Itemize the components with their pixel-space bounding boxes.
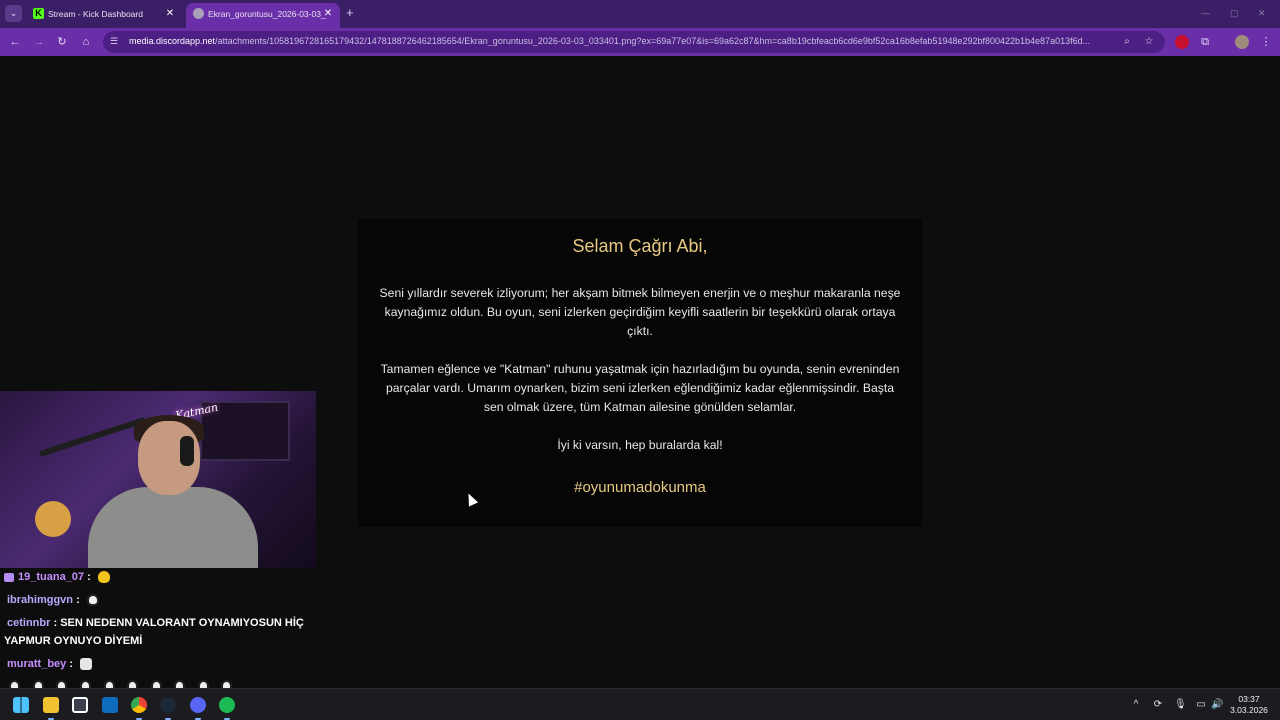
subscriber-badge-icon xyxy=(4,572,14,582)
new-tab-button[interactable]: + xyxy=(346,6,354,20)
site-info-icon[interactable]: ☰ xyxy=(110,36,121,47)
tray-chevron-up-icon[interactable]: ^ xyxy=(1130,699,1142,711)
tab-kick-dashboard[interactable]: K Stream - Kick Dashboard ✕ xyxy=(26,3,182,28)
outlook-icon[interactable] xyxy=(102,697,118,713)
chat-message: ibrahimggvn : xyxy=(4,591,330,609)
windows-taskbar: ^ ⟳ 🎙 ▭ 🔊 03:37 3.03.2026 xyxy=(0,688,1280,720)
chat-message: cetinnbr : SEN NEDENN VALORANT OYNAMIYOS… xyxy=(4,617,304,647)
forward-arrow-icon[interactable]: → xyxy=(32,35,46,49)
letter-greeting: Selam Çağrı Abi, xyxy=(572,236,708,256)
heart-emote-icon xyxy=(97,571,110,584)
back-arrow-icon[interactable]: ← xyxy=(8,35,22,49)
tab-title: Stream - Kick Dashboard xyxy=(48,9,143,19)
letter-hashtag: #oyunumadokunma xyxy=(574,479,706,496)
letter-paragraph: Tamamen eğlence ve "Katman" ruhunu yaşat… xyxy=(380,362,900,414)
address-bar[interactable]: ☰ media.discordapp.net/attachments/10581… xyxy=(103,31,1165,53)
clock-date: 3.03.2026 xyxy=(1230,705,1268,715)
microsoft-store-icon[interactable] xyxy=(72,697,88,713)
streamer-body xyxy=(88,487,258,568)
chat-username: cetinnbr xyxy=(7,617,51,629)
reload-icon[interactable]: ↻ xyxy=(55,35,69,49)
sync-icon[interactable]: ⟳ xyxy=(1152,699,1164,711)
spotify-icon[interactable] xyxy=(219,697,235,713)
zoom-icon[interactable]: ⌕ xyxy=(1121,36,1133,48)
chat-username: 19_tuana_07 xyxy=(18,571,85,583)
letter-paragraph: Seni yıllardır severek izliyorum; her ak… xyxy=(379,286,901,338)
hands-emote-icon xyxy=(80,658,93,671)
taskbar-clock[interactable]: 03:37 3.03.2026 xyxy=(1226,694,1272,716)
webcam-overlay: Katman xyxy=(0,391,316,568)
microphone-arm xyxy=(39,417,146,457)
discord-icon[interactable] xyxy=(190,697,206,713)
tab-screenshot-image[interactable]: Ekran_goruntusu_2026-03-03_0 ✕ xyxy=(186,3,340,28)
profile-avatar[interactable] xyxy=(1235,35,1249,49)
chat-message: 19_tuana_07 : xyxy=(4,568,330,586)
chat-message: muratt_bey : xyxy=(4,655,330,673)
chat-username: muratt_bey xyxy=(7,658,67,670)
penguin-emote-icon xyxy=(86,594,99,607)
home-icon[interactable]: ⌂ xyxy=(79,35,93,49)
url-text[interactable]: media.discordapp.net/attachments/1058196… xyxy=(129,36,1114,46)
speaker-icon[interactable]: 🔊 xyxy=(1211,699,1223,711)
browser-toolbar: ← → ↻ ⌂ ☰ media.discordapp.net/attachmen… xyxy=(0,28,1280,56)
letter-image: Selam Çağrı Abi, Seni yıllardır severek … xyxy=(358,219,922,527)
close-tab-icon[interactable]: ✕ xyxy=(323,3,333,25)
clock-time: 03:37 xyxy=(1238,694,1260,704)
more-menu-icon[interactable]: ⋮ xyxy=(1259,35,1273,49)
display-icon[interactable]: ▭ xyxy=(1195,699,1207,711)
file-explorer-icon[interactable] xyxy=(43,697,59,713)
microphone-icon[interactable]: 🎙 xyxy=(1174,699,1187,711)
tab-search-menu-icon[interactable]: ⌄ xyxy=(5,5,22,22)
letter-paragraph: İyi ki varsın, hep buralarda kal! xyxy=(557,438,723,452)
kick-icon: K xyxy=(33,8,44,19)
bookmark-star-icon[interactable]: ☆ xyxy=(1143,36,1155,48)
globe-icon xyxy=(193,8,204,19)
maximize-icon[interactable]: ▢ xyxy=(1230,8,1239,19)
extensions-puzzle-icon[interactable]: ⧉ xyxy=(1198,35,1212,49)
close-window-icon[interactable]: ✕ xyxy=(1258,8,1266,19)
close-tab-icon[interactable]: ✕ xyxy=(165,3,175,25)
plush-toy xyxy=(35,501,71,537)
headphone xyxy=(180,436,194,466)
tab-title: Ekran_goruntusu_2026-03-03_0 xyxy=(208,9,326,19)
browser-tab-bar: ⌄ K Stream - Kick Dashboard ✕ Ekran_goru… xyxy=(0,0,1280,28)
windows-start-icon[interactable] xyxy=(13,697,29,713)
steam-icon[interactable] xyxy=(160,697,176,713)
chat-username: ibrahimggvn xyxy=(7,594,74,606)
chrome-icon[interactable] xyxy=(131,697,147,713)
adblock-extension-icon[interactable] xyxy=(1175,35,1189,49)
minimize-icon[interactable]: — xyxy=(1201,8,1210,18)
